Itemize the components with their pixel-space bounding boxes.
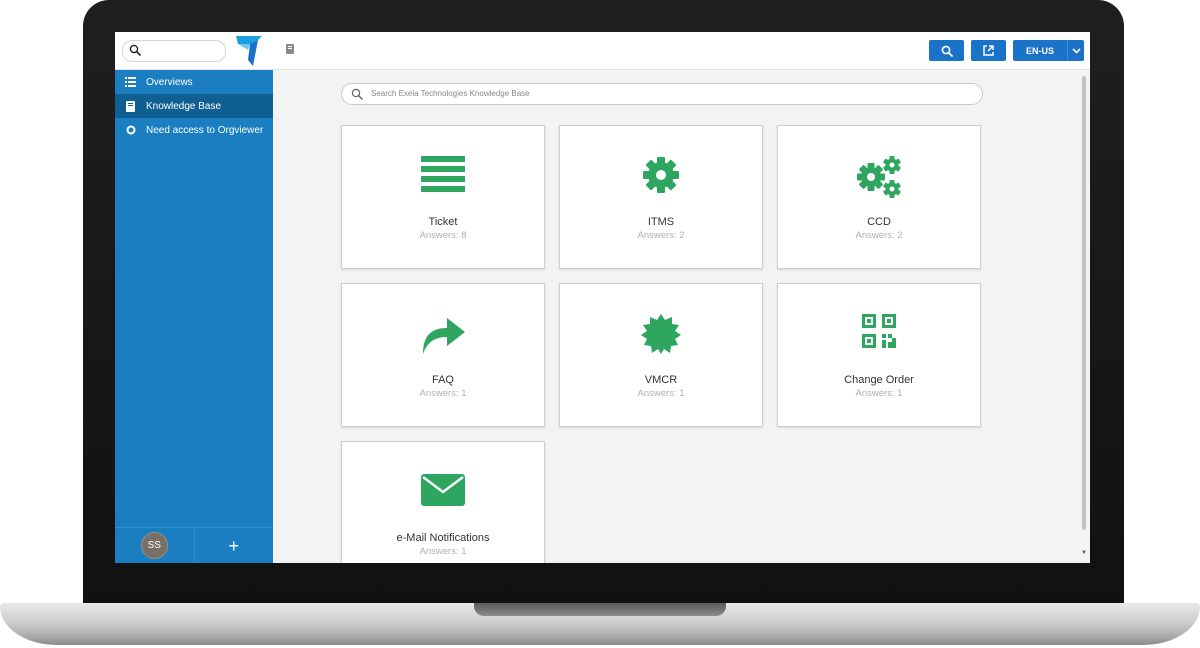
scrollbar-thumb[interactable] [1082, 76, 1086, 530]
external-link-icon [983, 45, 994, 56]
card-answers-count: Answers: 1 [419, 388, 467, 399]
top-bar: EN-US [273, 32, 1090, 70]
category-card-itms[interactable]: ITMS Answers: 2 [559, 125, 763, 269]
list-icon [125, 77, 136, 88]
sidebar-footer: SS + [115, 527, 273, 563]
card-title: VMCR [644, 374, 678, 386]
plus-icon: + [228, 535, 239, 556]
gears-icon [778, 156, 980, 198]
search-placeholder: Search Exela Technologies Knowledge Base [371, 89, 530, 98]
book-icon [286, 44, 294, 54]
sidebar-item-overviews[interactable]: Overviews [115, 70, 273, 94]
search-button[interactable] [929, 40, 964, 61]
content-scrollbar[interactable]: ▼ [1081, 72, 1087, 559]
category-card-faq[interactable]: FAQ Answers: 1 [341, 283, 545, 427]
card-title: CCD [867, 216, 891, 228]
language-dropdown[interactable]: EN-US [1013, 40, 1084, 61]
sidebar-header [115, 32, 273, 70]
sidebar: Overviews Knowledge Base Need access to … [115, 32, 273, 563]
company-logo [236, 36, 262, 66]
category-card-change-order[interactable]: Change Order Answers: 1 [777, 283, 981, 427]
card-answers-count: Answers: 2 [855, 230, 903, 241]
search-icon [351, 88, 363, 100]
book-icon [125, 100, 136, 112]
qrcode-icon [778, 314, 980, 348]
card-title: ITMS [647, 216, 675, 228]
card-answers-count: Answers: 2 [637, 230, 685, 241]
category-card-ccd[interactable]: CCD Answers: 2 [777, 125, 981, 269]
circle-icon [125, 125, 136, 136]
knowledge-base-search-input[interactable]: Search Exela Technologies Knowledge Base [341, 83, 983, 105]
laptop-notch [474, 603, 726, 616]
gear-icon [560, 156, 762, 194]
app-screen: Overviews Knowledge Base Need access to … [115, 32, 1090, 563]
search-icon [941, 45, 953, 57]
card-answers-count: Answers: 1 [637, 388, 685, 399]
sidebar-item-label: Overviews [146, 76, 193, 88]
card-answers-count: Answers: 1 [855, 388, 903, 399]
add-button[interactable]: + [195, 528, 274, 563]
card-title: e-Mail Notifications [396, 532, 490, 544]
card-title: Ticket [428, 216, 458, 228]
certificate-icon [560, 314, 762, 354]
card-title: Change Order [844, 374, 914, 386]
scroll-down-arrow-icon[interactable]: ▼ [1081, 550, 1087, 556]
sidebar-item-label: Need access to Orgviewer [146, 124, 264, 136]
sidebar-item-orgviewer-access[interactable]: Need access to Orgviewer [115, 118, 273, 142]
card-answers-count: Answers: 1 [419, 546, 467, 557]
card-answers-count: Answers: 8 [419, 230, 467, 241]
search-icon [129, 44, 141, 56]
card-title: FAQ [431, 374, 454, 386]
language-label: EN-US [1025, 45, 1054, 56]
sidebar-item-knowledge-base[interactable]: Knowledge Base [115, 94, 273, 118]
category-card-vmcr[interactable]: VMCR Answers: 1 [559, 283, 763, 427]
envelope-icon [342, 472, 544, 506]
category-card-email-notifications[interactable]: e-Mail Notifications Answers: 1 [341, 441, 545, 563]
open-external-button[interactable] [971, 40, 1006, 61]
avatar[interactable]: SS [140, 532, 168, 559]
avatar-cell: SS [115, 528, 195, 563]
sidebar-item-label: Knowledge Base [146, 100, 222, 112]
list-icon [342, 156, 544, 192]
sidebar-search-input[interactable] [122, 40, 226, 62]
share-arrow-icon [342, 314, 544, 354]
category-card-ticket[interactable]: Ticket Answers: 8 [341, 125, 545, 269]
chevron-down-icon [1068, 47, 1084, 54]
